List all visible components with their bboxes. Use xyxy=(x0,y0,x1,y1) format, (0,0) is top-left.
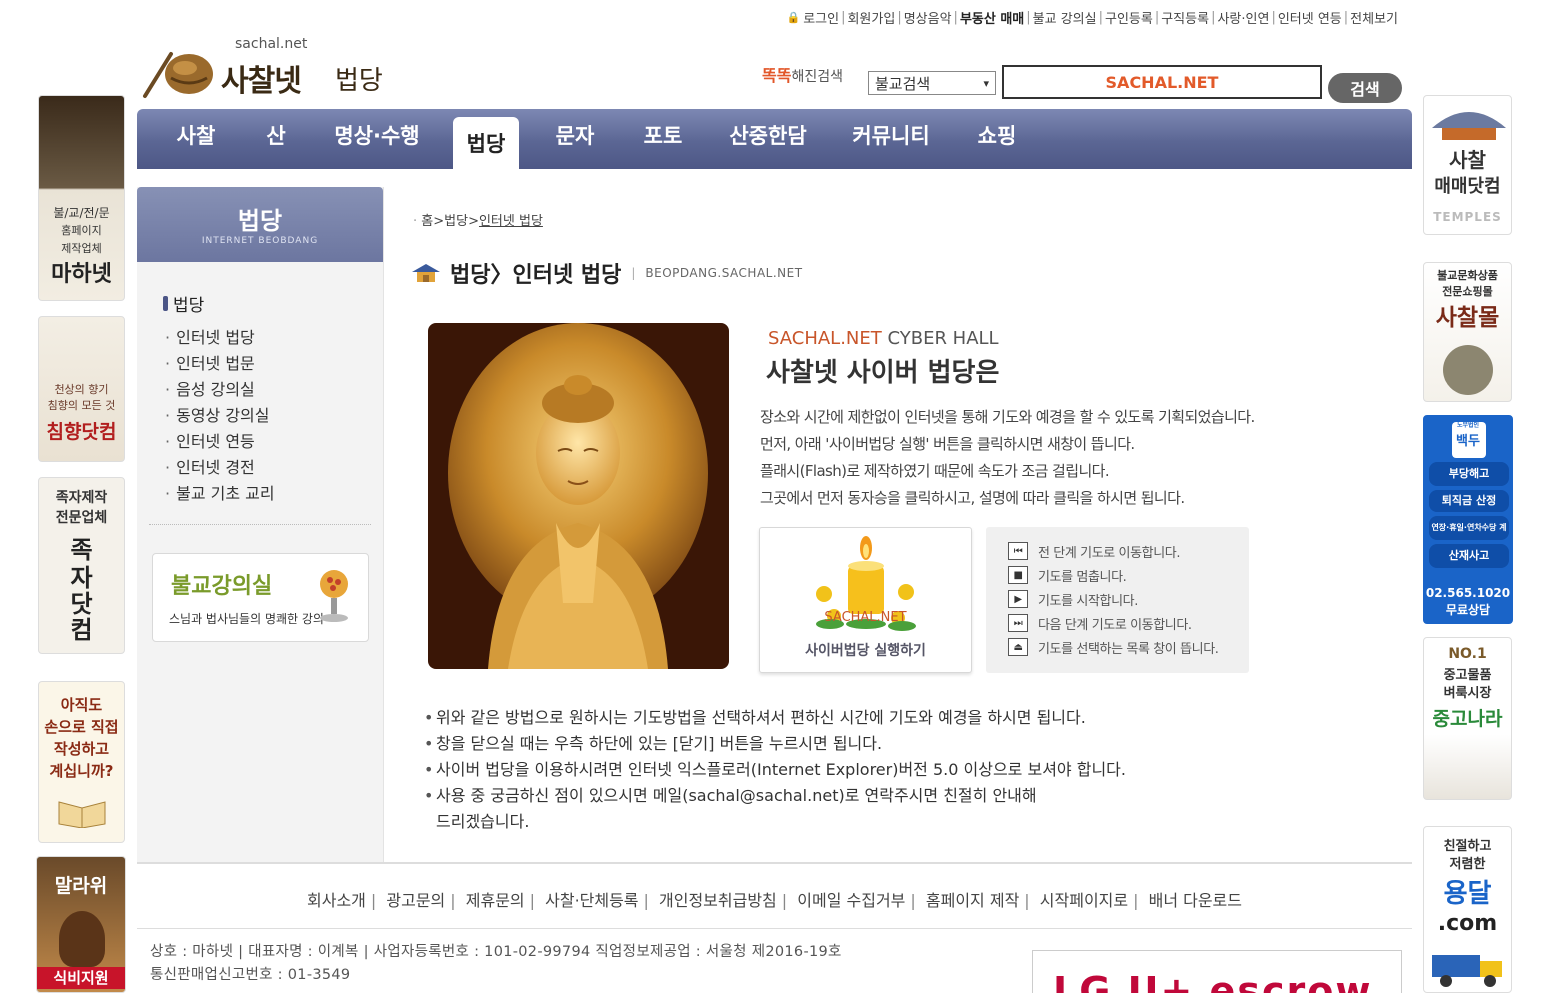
banner-temple-trade[interactable]: 사찰 매매닷컴 TEMPLES xyxy=(1423,95,1512,235)
business-info: 상호 : 마하넷 | 대표자명 : 이계복 | 사업자등록번호 : 101-02… xyxy=(150,944,842,983)
breadcrumb-section[interactable]: 법당 xyxy=(444,214,468,229)
nav-community[interactable]: 커뮤니티 xyxy=(843,109,939,161)
truck-icon xyxy=(1432,955,1502,987)
banner-chimhyang[interactable]: 천상의 향기 침향의 모든 것 침향닷컴 xyxy=(38,316,125,462)
footer-links: 회사소개 | 광고문의 | 제휴문의 | 사찰·단체등록 | 개인정보취급방침 | 이메일… xyxy=(307,891,1242,910)
sidebar-list: 인터넷 법당 인터넷 법문 음성 강의실 동영상 강의실 인터넷 연등 인터넷 … xyxy=(165,325,275,507)
sidebar-item-audio-lecture[interactable]: 음성 강의실 xyxy=(165,377,275,403)
footer-link-about[interactable]: 회사소개 xyxy=(307,891,366,910)
book-icon xyxy=(58,801,106,828)
top-link-login[interactable]: 로그인 xyxy=(803,8,839,27)
sidebar-item-internet-beopmun[interactable]: 인터넷 법문 xyxy=(165,351,275,377)
nav-shopping[interactable]: 쇼핑 xyxy=(965,109,1029,161)
eject-icon: ⏏ xyxy=(1008,638,1028,656)
lock-icon: 🔒 xyxy=(786,11,801,24)
run-cyber-hall-button[interactable]: SACHAL.NET 사이버법당 실행하기 xyxy=(759,527,972,673)
microphone-icon xyxy=(320,570,348,622)
logo-sub: 법당 xyxy=(335,66,383,96)
search-category-select[interactable]: 불교검색 ▾ xyxy=(868,71,996,95)
footer-link-homepage[interactable]: 홈페이지 제작 xyxy=(926,891,1019,910)
footer-link-start-page[interactable]: 시작페이지로 xyxy=(1040,891,1128,910)
breadcrumb-home[interactable]: 홈 xyxy=(421,214,433,229)
chevron-down-icon: ▾ xyxy=(983,76,989,90)
footer-link-partner[interactable]: 제휴문의 xyxy=(466,891,525,910)
lecture-banner[interactable]: 불교강의실 스님과 법사님들의 명쾌한 강의 xyxy=(152,553,369,642)
skip-forward-icon: ⏭ xyxy=(1008,614,1028,632)
top-link-music[interactable]: 명상음악 xyxy=(904,8,952,27)
footer-link-ad[interactable]: 광고문의 xyxy=(386,891,445,910)
top-link-job-seek[interactable]: 구직등록 xyxy=(1161,8,1209,27)
top-link-job-post[interactable]: 구인등록 xyxy=(1105,8,1153,27)
logo-name: 사찰넷 xyxy=(221,64,302,99)
footer-link-email-refuse[interactable]: 이메일 수집거부 xyxy=(797,891,905,910)
control-prev: ⏮ 전 단계 기도로 이동합니다. xyxy=(1008,539,1249,563)
sidebar-item-lantern[interactable]: 인터넷 연등 xyxy=(165,429,275,455)
temple-icon xyxy=(1432,112,1506,140)
hall-ko-title: 사찰넷 사이버 법당은 xyxy=(766,358,1000,388)
footer-link-register[interactable]: 사찰·단체등록 xyxy=(545,891,638,910)
top-link-all[interactable]: 전체보기 xyxy=(1350,8,1398,27)
nav-temple[interactable]: 사찰 xyxy=(161,109,231,161)
logo-domain: sachal.net xyxy=(235,36,308,52)
left-sidebar: 법당 INTERNET BEOBDANG 법당 인터넷 법당 인터넷 법문 음성… xyxy=(137,187,384,862)
nav-mountain[interactable]: 산 xyxy=(251,109,301,161)
hall-description: 장소와 시간에 제한없이 인터넷을 통해 기도와 예경을 할 수 있도록 기획되… xyxy=(760,408,1255,507)
banner-mahanet[interactable]: 불/교/전/문 홈페이지 제작업체 마하넷 xyxy=(38,95,125,301)
top-link-realestate[interactable]: 부동산 매매 xyxy=(960,8,1024,27)
sidebar-category[interactable]: 법당 xyxy=(163,291,204,316)
site-logo[interactable]: sachal.net 사찰넷 법당 xyxy=(137,34,397,106)
banner-malawi[interactable]: 말라위 식비지원 xyxy=(36,856,126,993)
banner-jokja[interactable]: 족자제작 전문업체 족 자 닷 컴 xyxy=(38,477,125,654)
top-link-lantern[interactable]: 인터넷 연등 xyxy=(1278,8,1342,27)
control-stop: ■ 기도를 멈춥니다. xyxy=(1008,563,1249,587)
usage-notes: 위와 같은 방법으로 원하시는 기도방법을 선택하셔서 편하신 시간에 기도와 … xyxy=(424,705,1126,835)
nav-beopdang[interactable]: 법당 xyxy=(453,117,519,169)
footer-link-privacy[interactable]: 개인정보취급방침 xyxy=(659,891,777,910)
banner-yongdal[interactable]: 친절하고 저렴한 용달 .com xyxy=(1423,826,1512,993)
sidebar-item-basic-doctrine[interactable]: 불교 기초 교리 xyxy=(165,481,275,507)
top-links: 🔒 로그인 | 회원가입 | 명상음악 | 부동산 매매 | 불교 강의실 | 구인등록 |… xyxy=(786,8,1398,27)
play-icon: ▶ xyxy=(1008,590,1028,608)
breadcrumb-current[interactable]: 인터넷 법당 xyxy=(479,214,543,229)
banner-baekdu-labor[interactable]: 노무법인 백두 부당해고 퇴직금 산정 연장·휴일·연차수당 계산 산재사고 0… xyxy=(1423,415,1513,624)
control-play: ▶ 기도를 시작합니다. xyxy=(1008,587,1249,611)
temple-roof-icon xyxy=(412,264,440,282)
nav-text[interactable]: 문자 xyxy=(543,109,607,161)
banner-joonggonara[interactable]: NO.1 중고물품 벼룩시장 중고나라 xyxy=(1423,637,1512,800)
page-title: 법당〉인터넷 법당 | BEOPDANG.SACHAL.NET xyxy=(410,257,803,289)
sidebar-item-video-lecture[interactable]: 동영상 강의실 xyxy=(165,403,275,429)
control-list: ⏏ 기도를 선택하는 목록 창이 뜹니다. xyxy=(1008,635,1249,659)
nav-sanjung[interactable]: 산중한담 xyxy=(723,109,813,161)
top-link-love[interactable]: 사랑·인연 xyxy=(1217,8,1269,27)
sidebar-header: 법당 INTERNET BEOBDANG xyxy=(137,187,383,262)
buddha-image xyxy=(428,323,729,669)
skip-back-icon: ⏮ xyxy=(1008,542,1028,560)
search-brand: 똑똑해진검색 xyxy=(762,66,843,85)
sidebar-item-internet-beopdang[interactable]: 인터넷 법당 xyxy=(165,325,275,351)
escrow-banner[interactable]: LG U+ escrow xyxy=(1032,950,1402,993)
control-next: ⏭ 다음 단계 기도로 이동합니다. xyxy=(1008,611,1249,635)
pagoda-icon xyxy=(1443,345,1493,395)
search-input[interactable]: SACHAL.NET xyxy=(1002,65,1322,99)
nav-photo[interactable]: 포토 xyxy=(631,109,695,161)
moktak-icon xyxy=(143,52,213,98)
main-nav: 사찰 산 명상·수행 법당 문자 포토 산중한담 커뮤니티 쇼핑 xyxy=(137,109,1412,169)
top-link-lecture[interactable]: 불교 강의실 xyxy=(1033,8,1097,27)
stop-icon: ■ xyxy=(1008,566,1028,584)
breadcrumb: · 홈>법당>인터넷 법당 xyxy=(413,214,543,229)
footer-link-banner[interactable]: 배너 다운로드 xyxy=(1149,891,1242,910)
nav-meditation[interactable]: 명상·수행 xyxy=(327,109,427,161)
sidebar-item-sutra[interactable]: 인터넷 경전 xyxy=(165,455,275,481)
search-button[interactable]: 검색 xyxy=(1328,73,1402,103)
control-legend: ⏮ 전 단계 기도로 이동합니다. ■ 기도를 멈춥니다. ▶ 기도를 시작합니다. … xyxy=(986,527,1249,673)
banner-handwritten[interactable]: 아직도 손으로 직접 작성하고 계십니까? xyxy=(38,681,125,843)
top-link-join[interactable]: 회원가입 xyxy=(847,8,895,27)
hall-en-title: SACHAL.NET CYBER HALL xyxy=(768,328,999,349)
banner-sachal-mall[interactable]: 불교문화상품 전문쇼핑몰 사찰몰 xyxy=(1423,262,1512,402)
